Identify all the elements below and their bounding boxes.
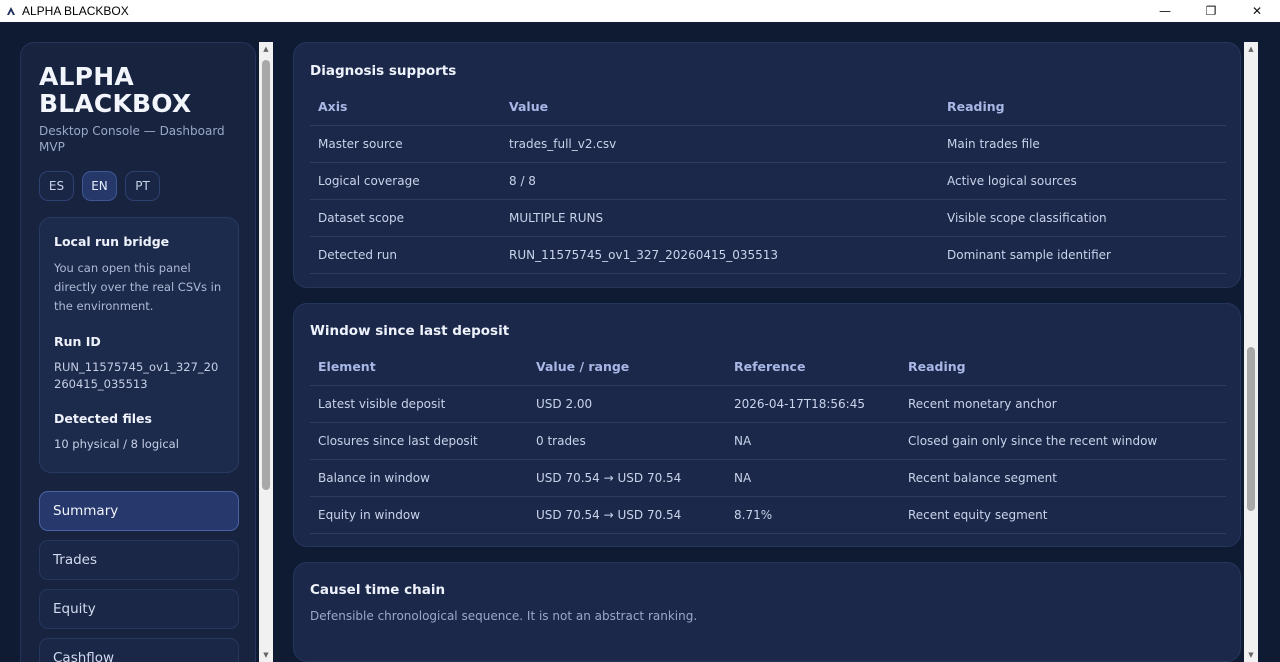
deposit-window-card: Window since last deposit Element Value … — [293, 303, 1241, 547]
run-bridge-panel: Local run bridge You can open this panel… — [39, 217, 239, 473]
table-cell: Dataset scope — [310, 199, 501, 237]
app-body: ALPHA BLACKBOX Desktop Console — Dashboa… — [0, 22, 1280, 662]
nav-item-equity[interactable]: Equity — [39, 589, 239, 629]
table-cell: Balance in window — [310, 459, 528, 497]
maximize-button[interactable]: ❐ — [1188, 0, 1234, 22]
bridge-title: Local run bridge — [54, 234, 170, 249]
table-row: Latest visible deposit USD 2.00 2026-04-… — [310, 385, 1226, 423]
table-cell: 0 trades — [528, 422, 726, 460]
table-cell: 8 / 8 — [501, 162, 939, 200]
main-scrollbar[interactable]: ▲ ▼ — [1244, 42, 1258, 662]
deposit-window-table: Element Value / range Reference Reading … — [310, 349, 1226, 534]
table-row: Equity in window USD 70.54 → USD 70.54 8… — [310, 496, 1226, 534]
table-cell: USD 70.54 → USD 70.54 — [528, 496, 726, 534]
sidebar-scroll-thumb[interactable] — [262, 60, 270, 490]
diagnosis-table: Axis Value Reading Master source trades_… — [310, 89, 1226, 274]
table-row: Logical coverage 8 / 8 Active logical so… — [310, 162, 1226, 200]
column-header: Value / range — [528, 349, 726, 386]
table-cell: Recent monetary anchor — [900, 385, 1226, 423]
sidebar: ALPHA BLACKBOX Desktop Console — Dashboa… — [20, 42, 256, 662]
table-cell: Closures since last deposit — [310, 422, 528, 460]
table-header-row: Element Value / range Reference Reading — [310, 349, 1226, 386]
table-row: Detected run RUN_11575745_ov1_327_202604… — [310, 236, 1226, 274]
scroll-down-arrow-icon[interactable]: ▼ — [1244, 648, 1258, 662]
table-cell: USD 2.00 — [528, 385, 726, 423]
minimize-button[interactable]: — — [1142, 0, 1188, 22]
sidebar-nav: Summary Trades Equity Cashflow — [39, 491, 239, 662]
main-scroll-thumb[interactable] — [1247, 347, 1255, 511]
table-cell: NA — [726, 422, 900, 460]
table-cell: Dominant sample identifier — [939, 236, 1226, 274]
table-cell: NA — [726, 459, 900, 497]
table-cell: RUN_11575745_ov1_327_20260415_035513 — [501, 236, 939, 274]
scroll-up-arrow-icon[interactable]: ▲ — [259, 42, 273, 56]
causal-chain-description: Defensible chronological sequence. It is… — [310, 609, 698, 623]
lang-en-button[interactable]: EN — [82, 171, 117, 201]
table-cell: Master source — [310, 125, 501, 163]
table-cell: Equity in window — [310, 496, 528, 534]
table-cell: Latest visible deposit — [310, 385, 528, 423]
nav-item-cashflow[interactable]: Cashflow — [39, 638, 239, 662]
nav-item-summary[interactable]: Summary — [39, 491, 239, 531]
sidebar-scrollbar[interactable]: ▲ ▼ — [259, 42, 273, 662]
diagnosis-card: Diagnosis supports Axis Value Reading Ma… — [293, 42, 1241, 288]
detected-files-label: Detected files — [54, 411, 152, 426]
table-row: Closures since last deposit 0 trades NA … — [310, 422, 1226, 460]
table-cell: Main trades file — [939, 125, 1226, 163]
table-cell: Detected run — [310, 236, 501, 274]
column-header: Element — [310, 349, 528, 386]
scroll-up-arrow-icon[interactable]: ▲ — [1244, 42, 1258, 56]
table-header-row: Axis Value Reading — [310, 89, 1226, 126]
column-header: Reading — [939, 89, 1226, 126]
table-cell: USD 70.54 → USD 70.54 — [528, 459, 726, 497]
brand-title: ALPHA BLACKBOX — [39, 62, 192, 118]
bridge-description: You can open this panel directly over th… — [54, 261, 222, 313]
table-cell: Recent balance segment — [900, 459, 1226, 497]
main-content: Diagnosis supports Axis Value Reading Ma… — [293, 42, 1241, 662]
table-row: Balance in window USD 70.54 → USD 70.54 … — [310, 459, 1226, 497]
diagnosis-title: Diagnosis supports — [310, 63, 457, 79]
table-row: Dataset scope MULTIPLE RUNS Visible scop… — [310, 199, 1226, 237]
table-cell: MULTIPLE RUNS — [501, 199, 939, 237]
brand-subtitle: Desktop Console — Dashboard MVP — [39, 124, 225, 154]
language-switcher: ES EN PT — [39, 171, 237, 201]
table-cell: trades_full_v2.csv — [501, 125, 939, 163]
run-id-label: Run ID — [54, 334, 101, 349]
nav-item-trades[interactable]: Trades — [39, 540, 239, 580]
scroll-down-arrow-icon[interactable]: ▼ — [259, 648, 273, 662]
table-cell: Recent equity segment — [900, 496, 1226, 534]
column-header: Reference — [726, 349, 900, 386]
window-title: ALPHA BLACKBOX — [22, 4, 129, 18]
causal-chain-card: Causel time chain Defensible chronologic… — [293, 562, 1241, 662]
causal-chain-title: Causel time chain — [310, 582, 446, 598]
app-logo-icon — [5, 5, 17, 17]
table-cell: 2026-04-17T18:56:45 — [726, 385, 900, 423]
column-header: Axis — [310, 89, 501, 126]
close-button[interactable]: ✕ — [1234, 0, 1280, 22]
lang-es-button[interactable]: ES — [39, 171, 74, 201]
table-cell: Active logical sources — [939, 162, 1226, 200]
table-cell: 8.71% — [726, 496, 900, 534]
window-titlebar: ALPHA BLACKBOX — ❐ ✕ — [0, 0, 1280, 22]
table-cell: Logical coverage — [310, 162, 501, 200]
lang-pt-button[interactable]: PT — [125, 171, 160, 201]
table-cell: Closed gain only since the recent window — [900, 422, 1226, 460]
column-header: Reading — [900, 349, 1226, 386]
column-header: Value — [501, 89, 939, 126]
deposit-window-title: Window since last deposit — [310, 323, 510, 339]
run-id-value: RUN_11575745_ov1_327_20260415_035513 — [54, 360, 219, 391]
table-cell: Visible scope classification — [939, 199, 1226, 237]
detected-files-value: 10 physical / 8 logical — [54, 437, 179, 451]
table-row: Master source trades_full_v2.csv Main tr… — [310, 125, 1226, 163]
